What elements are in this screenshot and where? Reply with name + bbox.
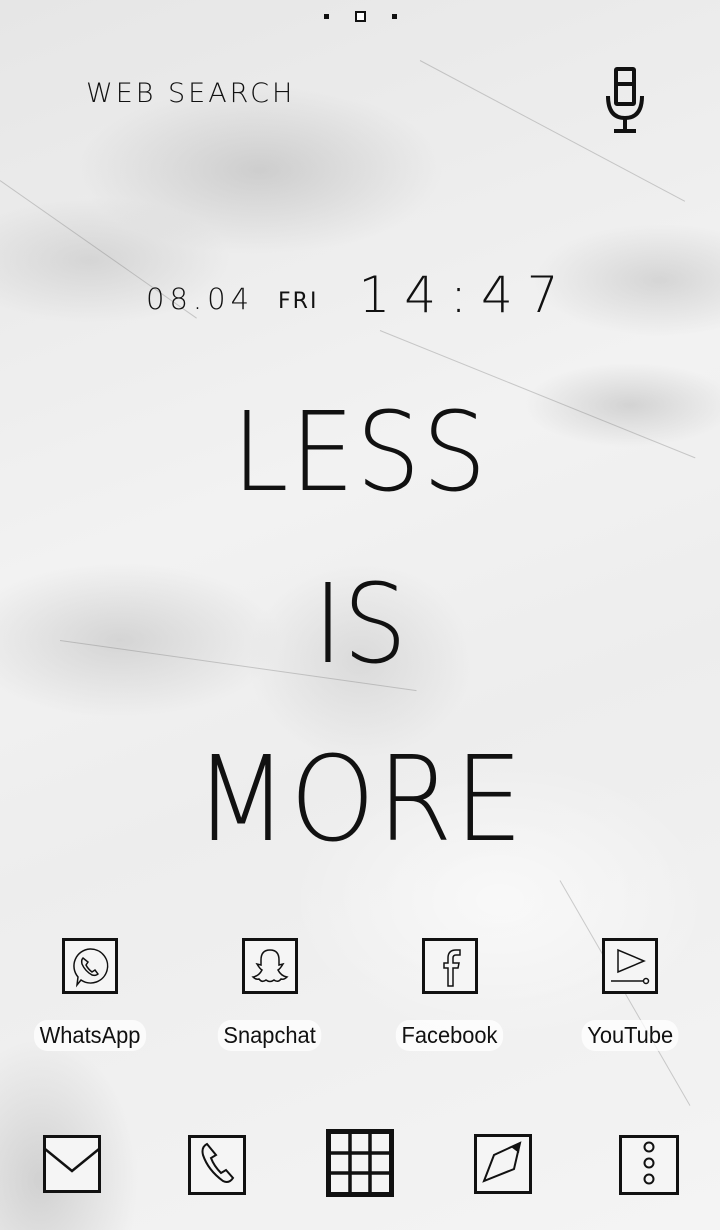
envelope-icon [44, 1137, 100, 1191]
page-indicator[interactable] [0, 11, 720, 22]
phone-icon [195, 1138, 239, 1192]
app-label: Facebook [396, 1020, 504, 1051]
slogan-line-3: MORE [194, 730, 526, 868]
app-whatsapp[interactable]: WhatsApp [10, 938, 170, 1051]
microphone-icon[interactable] [604, 66, 648, 136]
page-dot[interactable] [391, 14, 397, 19]
dock [0, 1129, 720, 1201]
app-label: WhatsApp [33, 1020, 147, 1051]
messages-button[interactable] [43, 1135, 101, 1193]
web-search-bar[interactable]: WEB SEARCH [86, 78, 295, 109]
app-drawer-button[interactable] [326, 1129, 394, 1201]
date-text: 08.04 [146, 282, 255, 316]
slogan-line-1: LESS [231, 388, 489, 516]
day-of-week: FRI [278, 289, 319, 314]
youtube-icon [602, 938, 658, 994]
phone-button[interactable] [188, 1135, 246, 1195]
app-label: Snapchat [218, 1020, 322, 1051]
browser-button[interactable] [474, 1134, 532, 1194]
page-dot-active[interactable] [354, 11, 366, 22]
snapchat-icon [242, 938, 298, 994]
compass-icon [478, 1137, 528, 1191]
app-label: YouTube [581, 1020, 679, 1051]
app-facebook[interactable]: Facebook [370, 938, 530, 1051]
page-dot[interactable] [323, 14, 329, 19]
whatsapp-icon [62, 938, 118, 994]
clock-widget[interactable]: 08.04 FRI 14:47 [146, 270, 573, 320]
grid-icon [326, 1129, 394, 1201]
menu-button[interactable] [619, 1135, 679, 1195]
facebook-icon [422, 938, 478, 994]
app-youtube[interactable]: YouTube [550, 938, 710, 1051]
slogan-line-2: IS [312, 560, 408, 688]
time-text: 14:47 [358, 266, 573, 324]
more-vertical-icon [639, 1138, 659, 1192]
app-snapchat[interactable]: Snapchat [190, 938, 350, 1051]
